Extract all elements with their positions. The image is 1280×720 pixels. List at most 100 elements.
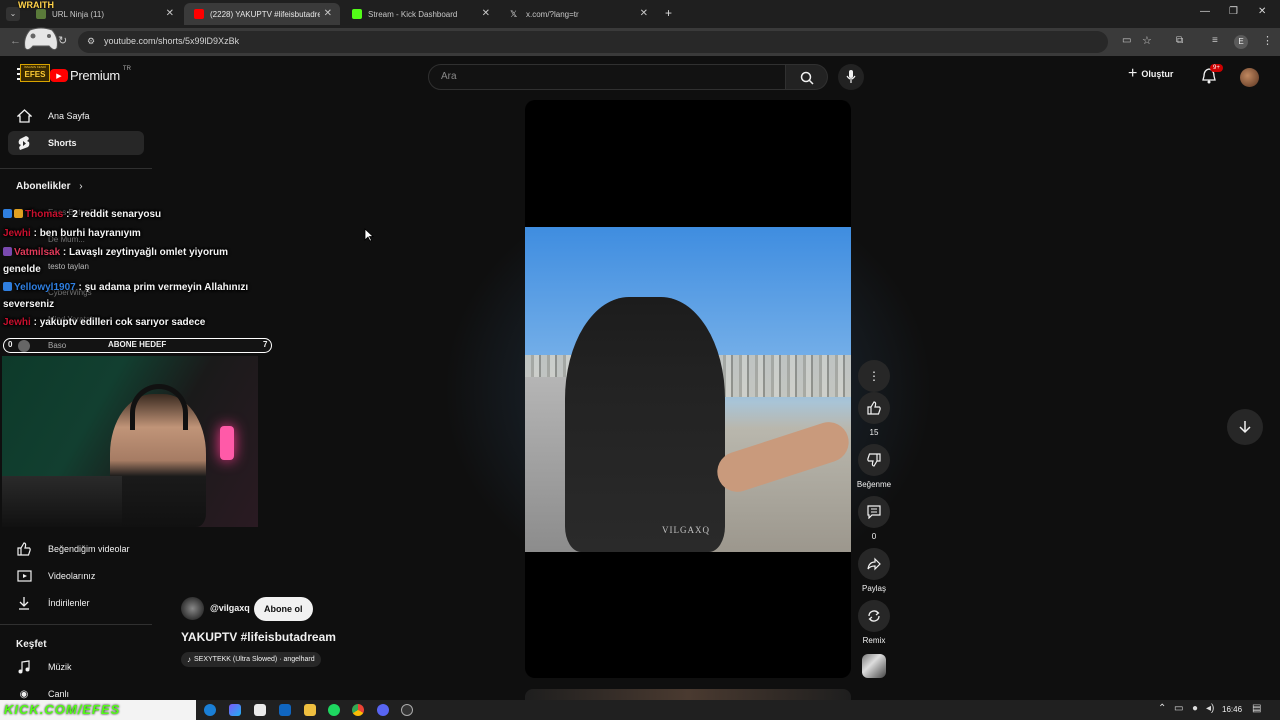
subscribe-button[interactable]: Abone ol xyxy=(254,597,313,621)
cast-icon[interactable]: ▭ xyxy=(1122,35,1131,46)
channel-handle[interactable]: @vilgaxq xyxy=(210,603,250,613)
next-short-button[interactable] xyxy=(1227,409,1263,445)
thumbs-up-icon xyxy=(867,401,881,415)
like-button[interactable] xyxy=(858,392,890,424)
new-tab-button[interactable]: + xyxy=(665,6,672,20)
channel-avatar[interactable] xyxy=(181,597,204,620)
sidebar-item-music[interactable]: Müzik xyxy=(8,655,144,679)
close-icon[interactable]: ✕ xyxy=(166,8,174,19)
minimize-icon[interactable]: — xyxy=(1200,6,1210,17)
edge-icon[interactable] xyxy=(204,704,216,716)
notifications-button[interactable]: 9+ xyxy=(1202,64,1223,89)
chat-separator: : xyxy=(63,209,73,220)
dislike-button[interactable] xyxy=(858,444,890,476)
youtube-masthead: İNSANIN KENDİ EFES ▶ Premium TR + Oluştu… xyxy=(0,56,1280,100)
subscription-item[interactable]: testo taylan xyxy=(48,262,89,271)
sidebar-item-label: Shorts xyxy=(48,138,77,148)
clock[interactable]: 16:46 xyxy=(1222,705,1242,714)
sidebar-item-liked-videos[interactable]: Beğendiğim videolar xyxy=(8,537,144,561)
create-button[interactable]: + Oluştur xyxy=(1128,66,1173,82)
browser-menu-icon[interactable]: ⋮ xyxy=(1262,34,1273,47)
sidebar-item-your-videos[interactable]: Videolarınız xyxy=(8,564,144,588)
subscriber-badge-icon xyxy=(3,282,12,291)
bookmark-star-icon[interactable]: ☆ xyxy=(1142,34,1152,47)
video-watermark: VILGAXQ xyxy=(662,525,710,535)
more-options-button[interactable]: ⋮ xyxy=(858,360,890,392)
kick-channel-url: KICK.COM/EFES xyxy=(4,702,121,717)
media-control-icon[interactable]: ≡ xyxy=(1212,35,1218,46)
more-vertical-icon: ⋮ xyxy=(868,369,880,383)
restore-icon[interactable]: ❐ xyxy=(1229,6,1238,17)
tray-chevron-icon[interactable]: ⌃ xyxy=(1158,703,1166,714)
chat-message: Jewhi : ben burhi hayranıyım xyxy=(3,228,141,239)
short-title: YAKUPTV #lifeisbutadream xyxy=(181,630,336,644)
tab-x-com[interactable]: 𝕏 x.com/?lang=tr ✕ xyxy=(500,3,656,25)
sidebar-item-shorts[interactable]: Shorts xyxy=(8,131,144,155)
obs-icon[interactable] xyxy=(401,704,413,716)
chat-username: Vatmilsak xyxy=(14,247,61,258)
share-label: Paylaş xyxy=(861,584,886,593)
close-window-icon[interactable]: ✕ xyxy=(1258,6,1266,17)
tab-kick-dashboard[interactable]: Stream - Kick Dashboard ✕ xyxy=(342,3,498,25)
microphone-tray-icon[interactable]: ● xyxy=(1192,703,1198,714)
dislike-label: Beğenme xyxy=(856,480,892,489)
subscriber-badge-icon xyxy=(3,209,12,218)
chevron-right-icon: › xyxy=(79,181,83,192)
close-icon[interactable]: ✕ xyxy=(324,8,332,19)
arrow-down-icon xyxy=(1239,421,1251,434)
close-icon[interactable]: ✕ xyxy=(640,8,648,19)
share-button[interactable] xyxy=(858,548,890,580)
create-label: Oluştur xyxy=(1141,69,1174,79)
extensions-icon[interactable]: ⧉ xyxy=(1176,35,1183,46)
sidebar-item-downloads[interactable]: İndirilenler xyxy=(8,591,144,615)
outlook-icon[interactable] xyxy=(279,704,291,716)
person-arm xyxy=(712,416,851,498)
site-info-icon[interactable]: ⚙ xyxy=(87,36,95,47)
x-favicon-icon: 𝕏 xyxy=(510,9,518,19)
plus-icon: + xyxy=(1128,65,1138,82)
network-icon[interactable]: ▭ xyxy=(1174,703,1183,714)
remix-button[interactable] xyxy=(858,600,890,632)
voice-search-button[interactable] xyxy=(838,64,864,90)
notification-count-badge: 9+ xyxy=(1210,64,1223,72)
shorts-video-player[interactable]: VILGAXQ xyxy=(525,100,851,678)
discord-icon[interactable] xyxy=(377,704,389,716)
profile-avatar[interactable]: E xyxy=(1234,35,1248,49)
close-icon[interactable]: ✕ xyxy=(482,8,490,19)
sidebar-divider xyxy=(0,168,152,169)
comments-button[interactable] xyxy=(858,496,890,528)
store-icon[interactable] xyxy=(254,704,266,716)
music-pill[interactable]: ♪ SEXYTEKK (Ultra Slowed) · angelhard xyxy=(181,652,321,667)
chat-message-continued: genelde xyxy=(3,264,41,275)
address-bar[interactable]: ⚙ youtube.com/shorts/5x99lD9XzBk ▭ ☆ xyxy=(78,31,1152,53)
spotify-icon[interactable] xyxy=(328,704,340,716)
chrome-icon[interactable] xyxy=(352,704,364,716)
sidebar-divider xyxy=(0,624,152,625)
sidebar-item-label: İndirilenler xyxy=(48,598,90,608)
chat-username: Jewhi xyxy=(3,228,31,239)
headphones xyxy=(130,384,188,430)
file-explorer-icon[interactable] xyxy=(304,704,316,716)
volume-icon[interactable]: ◂) xyxy=(1206,703,1214,714)
copilot-icon[interactable] xyxy=(229,704,241,716)
subscriptions-heading[interactable]: Abonelikler › xyxy=(16,181,83,192)
shorts-icon xyxy=(18,135,30,150)
youtube-premium-label: Premium xyxy=(70,68,120,83)
sound-thumbnail[interactable] xyxy=(862,654,886,678)
music-note-icon xyxy=(18,660,30,674)
account-avatar[interactable] xyxy=(1240,68,1259,87)
search-button[interactable] xyxy=(786,64,828,90)
back-icon[interactable]: ← xyxy=(10,35,21,47)
search-input[interactable] xyxy=(441,71,741,82)
subscription-item[interactable]: Baso xyxy=(48,341,66,350)
thumbs-down-icon xyxy=(867,453,881,467)
sidebar-item-home[interactable]: Ana Sayfa xyxy=(8,104,144,128)
url-text: youtube.com/shorts/5x99lD9XzBk xyxy=(104,36,240,46)
tab-youtube-short[interactable]: (2228) YAKUPTV #lifeisbutadream ✕ xyxy=(184,3,340,25)
chat-text: 2 reddit senaryosu xyxy=(72,209,162,220)
browser-tab-strip: ⌄ URL Ninja (11) ✕ (2228) YAKUPTV #lifei… xyxy=(0,0,1280,28)
sidebar-item-label: Beğendiğim videolar xyxy=(48,544,130,554)
music-note-icon: ♪ xyxy=(187,655,191,664)
notification-center-icon[interactable]: ▤ xyxy=(1252,703,1261,714)
youtube-logo[interactable]: ▶ Premium TR xyxy=(50,66,131,83)
